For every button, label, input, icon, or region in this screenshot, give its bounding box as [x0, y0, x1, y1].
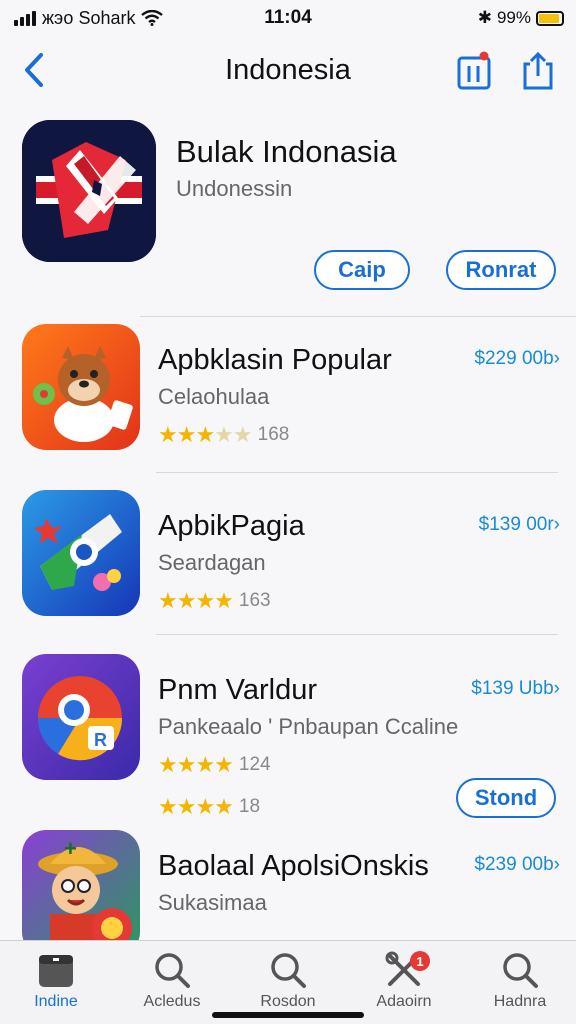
featured-app[interactable]: Bulak Indonasia Undonessin Caip Ronrat: [0, 118, 576, 308]
status-right: ✱ 99%: [478, 8, 564, 28]
get-button[interactable]: Caip: [314, 250, 410, 290]
price-button[interactable]: $239 00b›: [474, 854, 560, 876]
star-rating-icon: ★★★★★: [158, 422, 253, 447]
app-name: ApbikPagia: [158, 510, 305, 542]
tab-search[interactable]: Rosdon: [240, 951, 336, 1021]
app-rating: ★★★★★ 168: [158, 422, 289, 448]
featured-app-subtitle: Undonessin: [176, 176, 293, 201]
tab-label: Indine: [34, 993, 78, 1010]
app-icon: +: [22, 830, 140, 956]
open-button[interactable]: Ronrat: [446, 250, 556, 290]
app-name: Pnm Varldur: [158, 674, 318, 706]
price-button[interactable]: $229 00b›: [474, 348, 560, 370]
home-indicator[interactable]: [212, 1012, 364, 1018]
today-icon: [39, 955, 73, 987]
battery-icon: [536, 10, 564, 26]
divider: [156, 634, 558, 635]
app-icon: [22, 490, 140, 616]
list-icon: [457, 51, 491, 90]
divider: [140, 316, 576, 317]
star-rating-icon: ★★★★: [158, 794, 234, 819]
app-name: Baolaal ApolsiOnskis: [158, 850, 429, 882]
price-button[interactable]: $139 00r›: [479, 514, 560, 536]
app-name: Apbklasin Popular: [158, 344, 392, 376]
chevron-left-icon: [25, 53, 43, 87]
app-icon: R: [22, 654, 140, 780]
search-icon: [271, 953, 306, 988]
search-icon: [155, 953, 190, 988]
star-rating-icon: ★★★★: [158, 588, 234, 613]
bluetooth-icon: ✱: [477, 8, 492, 27]
app-subtitle: Pankeaalo ' Pnbaupan Ccaline: [158, 714, 459, 739]
wishlist-button[interactable]: [454, 48, 494, 92]
price-button[interactable]: $139 Ubb›: [471, 678, 560, 700]
app-rating-secondary: ★★★★ 18: [158, 794, 260, 820]
list-item[interactable]: Apbklasin Popular Celaohulaa ★★★★★ 168 $…: [0, 324, 576, 484]
search-icon: [503, 953, 538, 988]
wifi-icon: [141, 10, 164, 26]
notification-badge: 1: [410, 951, 430, 971]
list-item[interactable]: R Pnm Varldur Pankeaalo ' Pnbaupan Ccali…: [0, 654, 576, 824]
app-rating: ★★★★ 124: [158, 752, 271, 778]
carrier-label: жэо Sohark: [42, 7, 136, 28]
app-subtitle: Seardagan: [158, 550, 266, 575]
tab-activities[interactable]: Acledus: [124, 951, 220, 1021]
divider: [156, 472, 558, 473]
featured-app-icon: [22, 120, 156, 262]
svg-text:R: R: [94, 730, 107, 750]
tab-label: Hadnra: [493, 993, 547, 1010]
tab-bar: Indine Acledus Rosdon 1 Adaoirn Hadnra: [0, 940, 576, 1024]
status-left: жэо Sohark: [14, 8, 214, 29]
signal-icon: [14, 10, 36, 26]
battery-label: 99%: [496, 8, 531, 27]
status-bar: жэо Sohark 11:04 ✱ 99%: [0, 0, 576, 36]
nav-bar: Indonesia: [0, 40, 576, 102]
rating-count: 18: [238, 796, 261, 817]
app-subtitle: Sukasimaa: [158, 890, 267, 915]
rating-count: 124: [238, 754, 271, 775]
tab-label: Adaoirn: [376, 993, 432, 1010]
share-icon: [523, 51, 553, 90]
tab-label: Rosdon: [260, 993, 316, 1010]
app-subtitle: Celaohulaa: [158, 384, 270, 409]
app-icon: [22, 324, 140, 450]
star-rating-icon: ★★★★: [158, 752, 234, 777]
tab-label: Acledus: [143, 993, 201, 1010]
tab-updates[interactable]: 1 Adaoirn: [356, 951, 452, 1021]
list-item[interactable]: ApbikPagia Seardagan ★★★★ 163 $139 00r›: [0, 490, 576, 650]
rating-count: 163: [238, 590, 271, 611]
app-rating: ★★★★ 163: [158, 588, 271, 614]
stand-button[interactable]: Stond: [456, 778, 556, 818]
share-button[interactable]: [518, 48, 558, 92]
back-button[interactable]: [14, 50, 54, 90]
featured-app-title: Bulak Indonasia: [176, 134, 397, 169]
rating-count: 168: [257, 424, 290, 445]
tab-today[interactable]: Indine: [8, 951, 104, 1021]
tab-hadnra[interactable]: Hadnra: [472, 951, 568, 1021]
svg-text:+: +: [64, 836, 77, 861]
